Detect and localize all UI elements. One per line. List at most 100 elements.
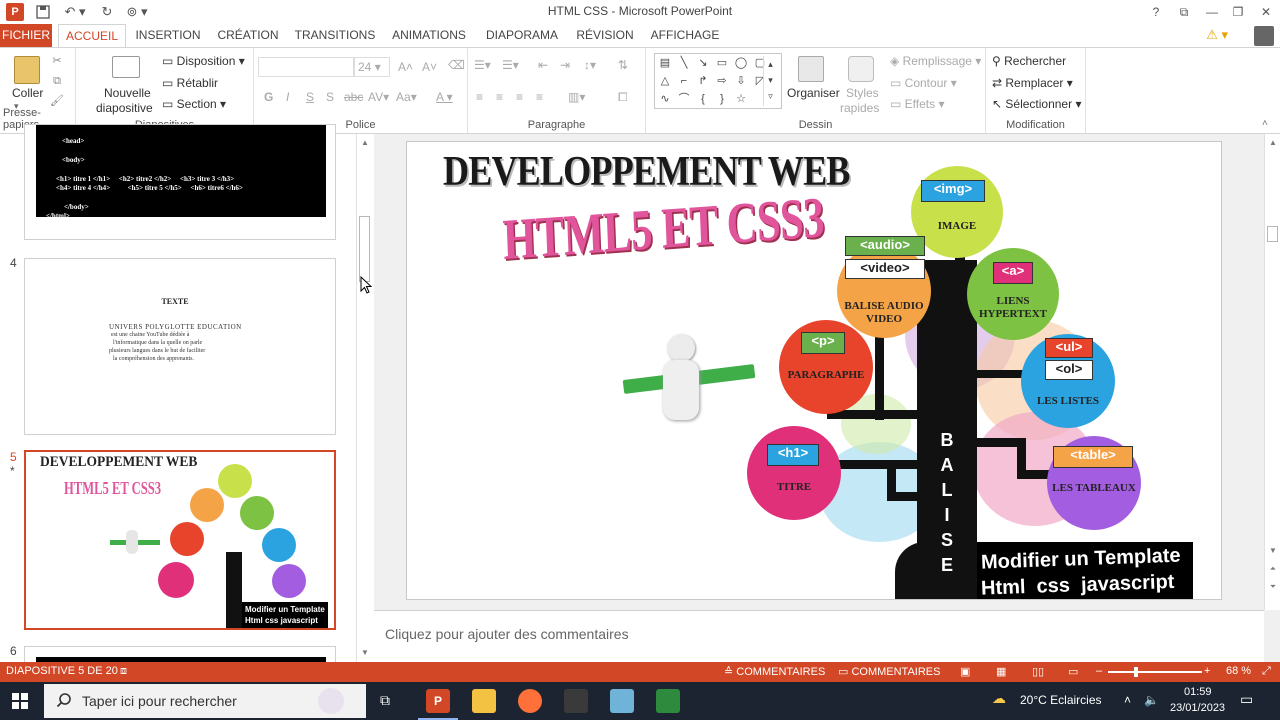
curve-shape-icon[interactable]: ∿ <box>658 93 672 105</box>
scroll-down-icon[interactable]: ▼ <box>357 646 373 660</box>
scroll-up-icon[interactable]: ▲ <box>1265 136 1280 150</box>
new-slide-button[interactable]: Nouvelle <box>104 86 151 100</box>
reading-view-icon[interactable]: ▯▯ <box>1032 665 1044 678</box>
app-icon[interactable] <box>656 689 680 713</box>
ribbon-display-icon[interactable]: ⧉ <box>1170 2 1198 22</box>
italic-button[interactable]: I <box>286 90 289 104</box>
scrollbar-thumb[interactable] <box>359 216 370 282</box>
grow-font-icon[interactable]: A˄ <box>398 60 413 74</box>
save-icon[interactable] <box>34 3 52 21</box>
replace-button[interactable]: ⇄ Remplacer ▾ <box>992 76 1073 90</box>
triangle-shape-icon[interactable]: △ <box>658 75 672 87</box>
comments-button[interactable]: ▭ COMMENTAIRES <box>838 665 940 678</box>
file-explorer-icon[interactable] <box>472 689 496 713</box>
slide-banner[interactable]: Modifier un Template Html css javascript <box>977 542 1193 599</box>
notes-pane[interactable]: Cliquez pour ajouter des commentaires <box>374 610 1264 662</box>
bracket-shape-icon[interactable]: { <box>696 93 710 105</box>
tab-revision[interactable]: RÉVISION <box>572 24 638 47</box>
minimize-button[interactable]: — <box>1198 2 1226 22</box>
section-button[interactable]: ▭ Section ▾ <box>162 97 226 111</box>
quick-styles-button-label[interactable]: rapides <box>840 101 879 115</box>
editor-scrollbar[interactable]: ▲ ▼ ⏶ ⏷ <box>1264 134 1280 610</box>
app-icon[interactable] <box>564 689 588 713</box>
arrange-button[interactable]: Organiser <box>787 86 840 100</box>
smartart-icon[interactable]: ⧠ <box>618 90 628 105</box>
underline-button[interactable]: S <box>306 90 314 104</box>
tab-accueil[interactable]: ACCUEIL <box>58 24 126 48</box>
normal-view-icon[interactable]: ▣ <box>960 665 970 678</box>
star-shape-icon[interactable]: ☆ <box>734 93 748 105</box>
arrange-icon[interactable] <box>798 56 824 82</box>
thumbnail-slide-4[interactable]: TEXTE UNIVERS POLYGLOTTE EDUCATION est u… <box>24 258 336 435</box>
maximize-button[interactable]: ❐ <box>1224 2 1252 22</box>
rectangle-shape-icon[interactable]: ▭ <box>715 57 729 69</box>
weather-text[interactable]: 20°C Eclaircies <box>1020 693 1102 707</box>
weather-icon[interactable]: ☁ <box>992 690 1006 707</box>
redo-icon[interactable]: ↻ <box>98 3 116 21</box>
new-slide-icon[interactable] <box>112 56 140 78</box>
tab-insertion[interactable]: INSERTION <box>132 24 204 47</box>
previous-slide-icon[interactable]: ⏶ <box>1265 562 1280 576</box>
avatar[interactable] <box>1254 26 1274 46</box>
reset-button[interactable]: ▭ Rétablir <box>162 76 218 90</box>
zoom-slider[interactable] <box>1108 671 1202 673</box>
new-slide-button-label[interactable]: diapositive <box>96 101 153 115</box>
next-slide-icon[interactable]: ⏷ <box>1265 580 1280 594</box>
font-name-field[interactable] <box>258 57 354 77</box>
thumbnails-scrollbar[interactable]: ▲ ▼ <box>356 134 372 662</box>
tab-diaporama[interactable]: DIAPORAMA <box>480 24 564 47</box>
select-button[interactable]: ↖ Sélectionner ▾ <box>992 97 1081 111</box>
layout-button[interactable]: ▭ Disposition ▾ <box>162 54 245 68</box>
volume-icon[interactable]: 🔈 <box>1144 693 1159 707</box>
shape-effects-button[interactable]: ▭ Effets ▾ <box>890 97 945 111</box>
paste-button[interactable]: Coller <box>12 86 43 100</box>
down-arrow-shape-icon[interactable]: ⇩ <box>734 75 748 87</box>
bent-arrow-shape-icon[interactable]: ↱ <box>696 75 710 87</box>
notifications-icon[interactable]: ▭ <box>1240 691 1253 708</box>
columns-icon[interactable]: ▥▾ <box>568 90 585 104</box>
align-right-icon[interactable]: ≡ <box>516 90 523 104</box>
node-title[interactable]: TITRE <box>747 426 841 520</box>
scroll-up-icon[interactable]: ▲ <box>357 136 373 150</box>
char-spacing-button[interactable]: AV▾ <box>368 90 389 104</box>
text-direction-icon[interactable]: ⇅ <box>618 58 628 72</box>
arc-shape-icon[interactable]: ⌒ <box>677 93 691 105</box>
cut-icon[interactable]: ✂ <box>50 54 64 68</box>
paste-icon[interactable] <box>14 56 40 84</box>
quick-styles-button[interactable]: Styles <box>846 86 879 100</box>
arrow-shape-icon[interactable]: ↘ <box>696 57 710 69</box>
tab-affichage[interactable]: AFFICHAGE <box>646 24 724 47</box>
bold-button[interactable]: G <box>264 90 273 104</box>
spell-check-icon[interactable]: ⧈ <box>120 665 127 678</box>
increase-indent-icon[interactable]: ⇥ <box>560 58 570 72</box>
fit-slide-icon[interactable]: ⤢ <box>1262 665 1271 678</box>
tab-creation[interactable]: CRÉATION <box>212 24 284 47</box>
format-painter-icon[interactable]: 🖌 <box>50 94 64 108</box>
tab-animations[interactable]: ANIMATIONS <box>386 24 472 47</box>
clock-time[interactable]: 01:59 <box>1184 686 1212 698</box>
thumbnail-slide-3[interactable]: <head> <body> <h1> titre 1 </h1> <h2> ti… <box>24 124 336 240</box>
app-icon[interactable] <box>610 689 634 713</box>
shape-fill-button[interactable]: ◈ Remplissage ▾ <box>890 54 981 68</box>
warning-icon[interactable]: ⚠ ▾ <box>1206 27 1228 43</box>
change-case-button[interactable]: Aa▾ <box>396 90 417 104</box>
zoom-level[interactable]: 68 % <box>1226 665 1251 677</box>
tab-transitions[interactable]: TRANSITIONS <box>292 24 378 47</box>
scroll-down-icon[interactable]: ▼ <box>1265 544 1280 558</box>
tab-fichier[interactable]: FICHIER <box>0 24 52 47</box>
thumbnail-slide-5[interactable]: DEVELOPPEMENT WEB HTML5 ET CSS3 Modifier… <box>24 450 336 630</box>
text-box-icon[interactable]: ▤ <box>658 57 672 69</box>
slide-sorter-icon[interactable]: ▦ <box>996 665 1006 678</box>
clock-date[interactable]: 23/01/2023 <box>1170 702 1225 714</box>
collapse-ribbon-icon[interactable]: ˄ <box>1262 118 1268 129</box>
undo-icon[interactable]: ↶ ▾ <box>62 3 88 21</box>
firefox-icon[interactable] <box>518 689 542 713</box>
connector-shape-icon[interactable]: ⌐ <box>677 75 691 87</box>
shapes-more-icon[interactable]: ▴ ▾ ▿ <box>763 56 777 106</box>
slideshow-icon[interactable]: ▭ <box>1068 665 1078 678</box>
align-left-icon[interactable]: ≡ <box>476 90 483 104</box>
current-slide[interactable]: DEVELOPPEMENT WEB HTML5 ET CSS3 B A L I … <box>406 141 1222 600</box>
start-presentation-icon[interactable]: ⊚ ▾ <box>124 3 150 21</box>
quick-styles-icon[interactable] <box>848 56 874 82</box>
close-button[interactable]: ✕ <box>1252 2 1280 22</box>
